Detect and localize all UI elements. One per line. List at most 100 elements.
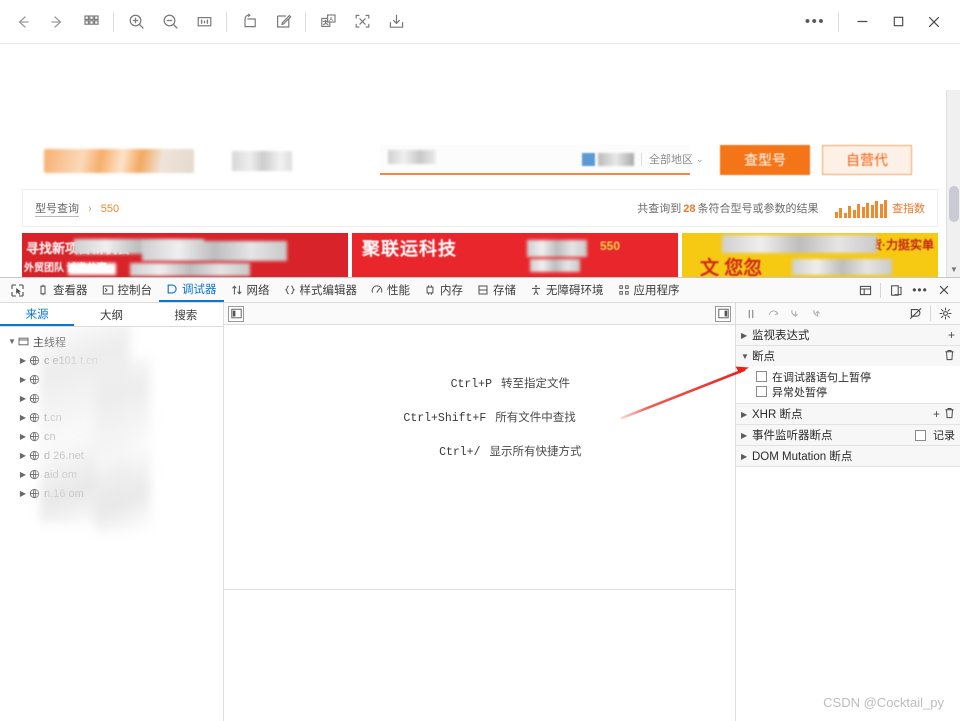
dom-mutation-breakpoints-header[interactable]: ▶ DOM Mutation 断点 <box>736 446 960 466</box>
tab-console[interactable]: 控制台 <box>95 278 160 302</box>
site-logo[interactable] <box>44 149 194 173</box>
chevron-right-icon[interactable]: ▶ <box>17 470 29 479</box>
chevron-down-icon[interactable]: ▼ <box>6 337 18 346</box>
pause-on-exceptions-row[interactable]: 异常处暂停 <box>736 384 960 399</box>
tab-debugger[interactable]: 调试器 <box>159 278 224 302</box>
tree-item-0[interactable]: ▶ c e101 t.cn <box>0 351 223 370</box>
chevron-right-icon[interactable]: ▶ <box>17 356 29 365</box>
tab-search[interactable]: 搜索 <box>149 303 223 326</box>
minimize-button[interactable] <box>844 6 880 38</box>
chevron-right-icon[interactable]: ▶ <box>17 489 29 498</box>
chevron-down-icon[interactable]: ⌄ <box>696 154 704 165</box>
tab-memory-label: 内存 <box>440 282 463 298</box>
header-badge-text <box>598 153 634 166</box>
xhr-breakpoints-header[interactable]: ▶ XHR 断点 + <box>736 404 960 424</box>
add-watch-expression-icon[interactable]: + <box>948 329 955 341</box>
ad-banner-2[interactable]: 聚联运科技 550 <box>352 233 678 277</box>
chevron-right-icon[interactable]: ▶ <box>741 331 752 340</box>
chevron-right-icon[interactable]: ▶ <box>17 413 29 422</box>
chevron-right-icon[interactable]: ▶ <box>17 451 29 460</box>
zoom-in-icon[interactable] <box>119 6 153 38</box>
scroll-down-arrow-icon[interactable]: ▼ <box>950 265 958 274</box>
pause-on-exceptions-checkbox[interactable] <box>756 386 767 397</box>
step-over-button[interactable] <box>762 304 784 324</box>
back-icon[interactable] <box>6 6 40 38</box>
ad-banner-3[interactable]: 货·力挺实单 文 您忽 <box>682 233 938 277</box>
tree-root-main-thread[interactable]: ▼ 主线程 <box>0 332 223 351</box>
translate-icon[interactable]: A <box>311 6 345 38</box>
delete-all-breakpoints-icon[interactable] <box>944 349 955 363</box>
element-picker-icon[interactable] <box>4 278 30 302</box>
dock-layout-icon[interactable] <box>853 278 877 302</box>
breakpoints-header[interactable]: ▼ 断点 <box>736 346 960 366</box>
result-count: 28 <box>681 203 697 215</box>
download-icon[interactable] <box>379 6 413 38</box>
tree-item-2[interactable]: ▶ <box>0 389 223 408</box>
chevron-right-icon[interactable]: ▶ <box>17 394 29 403</box>
ocr-icon[interactable] <box>345 6 379 38</box>
tab-network[interactable]: 网络 <box>224 278 277 302</box>
edit-icon[interactable] <box>266 6 300 38</box>
self-operated-button[interactable]: 自营代 <box>822 145 912 175</box>
grid-icon[interactable] <box>74 6 108 38</box>
tree-item-1[interactable]: ▶ <box>0 370 223 389</box>
collapse-right-panel-icon[interactable] <box>715 306 731 322</box>
tab-sources[interactable]: 来源 <box>0 303 74 326</box>
region-selector-label[interactable]: 全部地区 <box>649 151 693 167</box>
tree-item-4[interactable]: ▶ cn <box>0 427 223 446</box>
tree-item-5[interactable]: ▶ d 26.net <box>0 446 223 465</box>
tree-item-7[interactable]: ▶ n.16 om <box>0 484 223 503</box>
gear-icon[interactable] <box>934 304 956 324</box>
more-options-icon[interactable]: ••• <box>797 6 833 38</box>
forward-icon[interactable] <box>40 6 74 38</box>
separate-window-icon[interactable] <box>884 278 908 302</box>
collapse-left-panel-icon[interactable] <box>228 306 244 322</box>
close-button[interactable] <box>916 6 952 38</box>
rotate-icon[interactable] <box>232 6 266 38</box>
tab-style-editor[interactable]: 样式编辑器 <box>277 278 365 302</box>
watch-expressions-header[interactable]: ▶ 监视表达式 + <box>736 325 960 345</box>
site-header: 全部地区 ⌄ 查型号 自营代 <box>22 137 938 185</box>
event-listener-breakpoints-header[interactable]: ▶ 事件监听器断点 记录 <box>736 425 960 445</box>
close-devtools-icon[interactable] <box>932 278 956 302</box>
chevron-right-icon[interactable]: ▶ <box>741 431 752 440</box>
ad-banner-1[interactable]: 寻找新项目新机会 外贸团队 诚邀共赢 <box>22 233 348 277</box>
ad-banner-row: 寻找新项目新机会 外贸团队 诚邀共赢 聚联运科技 550 货·力挺实单 文 您忽 <box>22 233 938 277</box>
page-scrollbar[interactable]: ▼ <box>946 90 960 277</box>
tab-outline[interactable]: 大纲 <box>74 303 148 326</box>
step-out-button[interactable] <box>806 304 828 324</box>
maximize-button[interactable] <box>880 6 916 38</box>
deactivate-breakpoints-icon[interactable] <box>905 304 927 324</box>
step-in-button[interactable] <box>784 304 806 324</box>
tree-item-6[interactable]: ▶ aid om <box>0 465 223 484</box>
index-chart-icon[interactable] <box>835 198 888 218</box>
tab-performance[interactable]: 性能 <box>364 278 417 302</box>
breadcrumb-first[interactable]: 型号查询 <box>35 203 79 217</box>
delete-xhr-breakpoints-icon[interactable] <box>944 407 955 421</box>
tab-storage[interactable]: 存储 <box>470 278 523 302</box>
record-toggle[interactable]: 记录 <box>915 427 955 443</box>
watch-expressions-label: 监视表达式 <box>752 327 810 343</box>
chevron-right-icon[interactable]: ▶ <box>741 410 752 419</box>
pause-button[interactable] <box>740 304 762 324</box>
pause-on-debugger-statement-row[interactable]: 在调试器语句上暂停 <box>736 369 960 384</box>
pause-on-debugger-statement-checkbox[interactable] <box>756 371 767 382</box>
zoom-out-icon[interactable] <box>153 6 187 38</box>
tab-accessibility[interactable]: 无障碍环境 <box>523 278 611 302</box>
chevron-down-icon[interactable]: ▼ <box>741 352 752 361</box>
tab-inspector[interactable]: 查看器 <box>30 278 95 302</box>
tab-application[interactable]: 应用程序 <box>611 278 687 302</box>
devtools-more-options-icon[interactable]: ••• <box>908 278 932 302</box>
site-nav-blurred[interactable] <box>232 151 292 171</box>
tab-memory[interactable]: 内存 <box>417 278 470 302</box>
chevron-right-icon[interactable]: ▶ <box>17 432 29 441</box>
record-checkbox[interactable] <box>915 430 926 441</box>
page-scrollbar-thumb[interactable] <box>949 186 959 222</box>
chevron-right-icon[interactable]: ▶ <box>741 452 752 461</box>
tree-item-3[interactable]: ▶ t.cn <box>0 408 223 427</box>
chevron-right-icon[interactable]: ▶ <box>17 375 29 384</box>
actual-size-icon[interactable] <box>187 6 221 38</box>
search-model-button[interactable]: 查型号 <box>720 145 810 175</box>
index-link-label[interactable]: 查指数 <box>892 200 925 216</box>
add-xhr-breakpoint-icon[interactable]: + <box>933 408 940 420</box>
